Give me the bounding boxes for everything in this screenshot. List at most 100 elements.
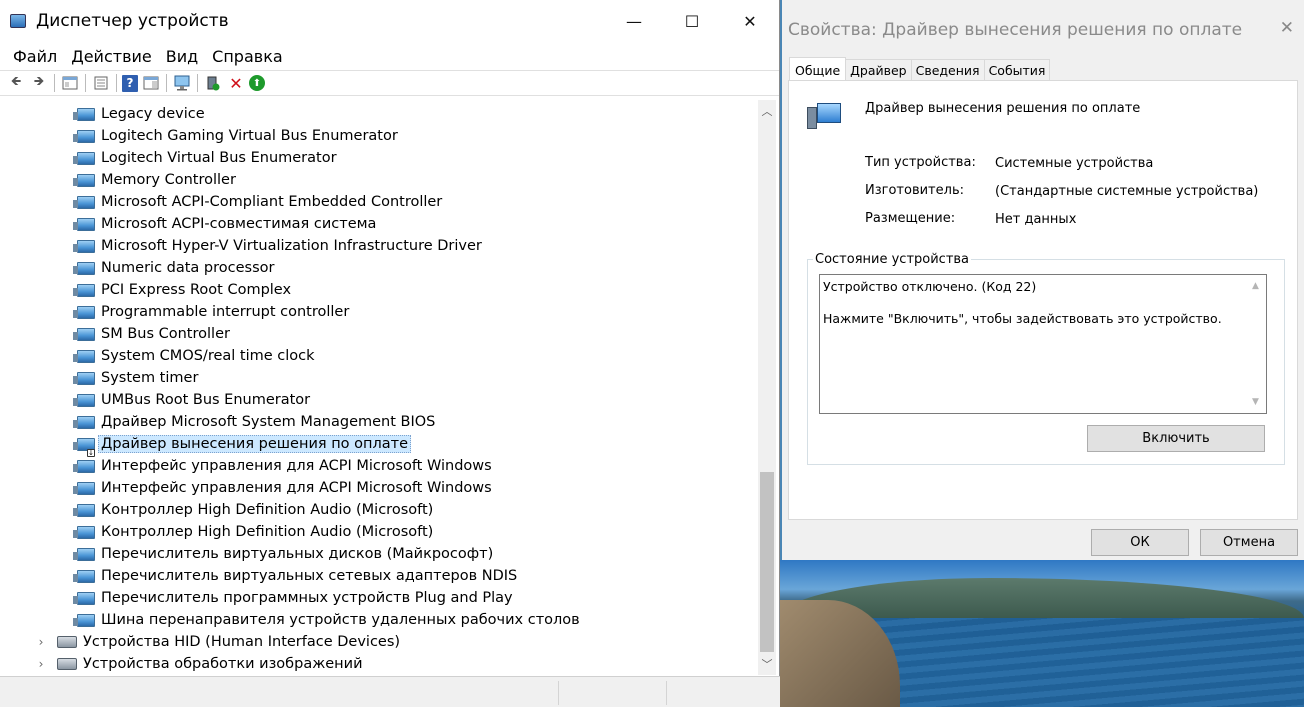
- tree-item-device[interactable]: Memory Controller: [73, 169, 236, 191]
- scrollbar-thumb[interactable]: [760, 472, 774, 652]
- tree-item-label: Интерфейс управления для ACPI Microsoft …: [101, 458, 492, 474]
- system-device-icon: [73, 305, 95, 319]
- close-button[interactable]: ✕: [721, 0, 779, 42]
- tree-item-device[interactable]: Контроллер High Definition Audio (Micros…: [73, 521, 433, 543]
- action-pane-icon[interactable]: [141, 73, 161, 93]
- enable-device-icon[interactable]: ⬆: [249, 75, 265, 91]
- tree-item-label: Контроллер High Definition Audio (Micros…: [101, 502, 434, 518]
- tree-category[interactable]: › Устройства HID (Human Interface Devices…: [35, 631, 400, 653]
- system-device-icon: [73, 283, 95, 297]
- dialog-close-icon[interactable]: ✕: [1280, 18, 1294, 38]
- tree-item-label: Драйвер Microsoft System Management BIOS: [101, 414, 436, 430]
- forward-arrow-icon[interactable]: 🡺: [29, 73, 49, 93]
- tree-item-device[interactable]: Интерфейс управления для ACPI Microsoft …: [73, 455, 492, 477]
- tree-item-device[interactable]: Microsoft ACPI-совместимая система: [73, 213, 377, 235]
- window-title: Диспетчер устройств: [36, 11, 229, 31]
- tree-item-device[interactable]: Перечислитель виртуальных сетевых адапте…: [73, 565, 517, 587]
- tree-item-label: Microsoft ACPI-Compliant Embedded Contro…: [101, 194, 443, 210]
- cancel-button[interactable]: Отмена: [1200, 529, 1298, 556]
- device-status-textbox[interactable]: Устройство отключено. (Код 22) Нажмите "…: [819, 274, 1267, 414]
- help-icon[interactable]: ?: [122, 74, 138, 92]
- tree-category-label: Устройства HID (Human Interface Devices): [83, 634, 401, 650]
- tree-item-label: Logitech Gaming Virtual Bus Enumerator: [101, 128, 398, 144]
- device-tree: Legacy device Logitech Gaming Virtual Bus…: [5, 100, 758, 675]
- tree-item-device[interactable]: Microsoft Hyper-V Virtualization Infrast…: [73, 235, 482, 257]
- hid-device-icon: [57, 636, 77, 648]
- menu-file[interactable]: Файл: [6, 47, 64, 66]
- system-device-icon: [73, 503, 95, 517]
- update-driver-icon[interactable]: [203, 73, 223, 93]
- tree-item-device[interactable]: Logitech Virtual Bus Enumerator: [73, 147, 337, 169]
- tree-item-device[interactable]: Logitech Gaming Virtual Bus Enumerator: [73, 125, 398, 147]
- tree-item-device[interactable]: SM Bus Controller: [73, 323, 230, 345]
- tree-item-label: UMBus Root Bus Enumerator: [101, 392, 311, 408]
- tree-item-label: System CMOS/real time clock: [101, 348, 315, 364]
- tree-item-device[interactable]: Шина перенаправителя устройств удаленных…: [73, 609, 580, 631]
- tree-item-device[interactable]: Драйвер Microsoft System Management BIOS: [73, 411, 436, 433]
- tree-item-device[interactable]: Перечислитель виртуальных дисков (Майкро…: [73, 543, 493, 565]
- status-bar: [0, 676, 780, 707]
- enable-device-button[interactable]: Включить: [1087, 425, 1265, 452]
- tree-item-label: Перечислитель программных устройств Plug…: [101, 590, 513, 606]
- tree-item-device[interactable]: UMBus Root Bus Enumerator: [73, 389, 311, 411]
- tree-category[interactable]: › Устройства обработки изображений: [35, 653, 363, 675]
- status-scroll-down-icon[interactable]: ▼: [1252, 397, 1259, 407]
- tree-item-device[interactable]: System timer: [73, 367, 198, 389]
- maximize-button[interactable]: ☐: [663, 0, 721, 42]
- tab-general[interactable]: Общие: [789, 57, 847, 82]
- tree-vertical-scrollbar[interactable]: ︿ ﹀: [758, 100, 776, 675]
- tab-driver[interactable]: Драйвер: [845, 59, 912, 81]
- tree-item-device[interactable]: Интерфейс управления для ACPI Microsoft …: [73, 477, 492, 499]
- tree-item-label: Драйвер вынесения решения по оплате: [98, 435, 412, 453]
- status-scroll-up-icon[interactable]: ▲: [1252, 281, 1259, 291]
- scroll-up-arrow-icon[interactable]: ︿: [758, 102, 776, 120]
- uninstall-device-icon[interactable]: ✕: [226, 73, 246, 93]
- tree-item-device[interactable]: Microsoft ACPI-Compliant Embedded Contro…: [73, 191, 443, 213]
- tree-item-label: Microsoft Hyper-V Virtualization Infrast…: [101, 238, 482, 254]
- tree-item-label: Microsoft ACPI-совместимая система: [101, 216, 377, 232]
- tree-item-device[interactable]: PCI Express Root Complex: [73, 279, 292, 301]
- manufacturer-label: Изготовитель:: [865, 183, 964, 198]
- system-device-icon: [73, 415, 95, 429]
- tree-item-device[interactable]: Перечислитель программных устройств Plug…: [73, 587, 513, 609]
- minimize-button[interactable]: —: [605, 0, 663, 42]
- toolbar-separator: [85, 74, 86, 92]
- properties-icon[interactable]: [91, 73, 111, 93]
- device-type-label: Тип устройства:: [865, 155, 976, 170]
- tree-item-device[interactable]: ↓ Драйвер вынесения решения по оплате: [73, 433, 412, 457]
- chevron-right-icon[interactable]: ›: [35, 635, 47, 649]
- manufacturer-value: (Стандартные системные устройства): [995, 184, 1259, 199]
- system-device-icon: [73, 107, 95, 121]
- chevron-right-icon[interactable]: ›: [35, 657, 47, 671]
- menu-action[interactable]: Действие: [64, 47, 159, 66]
- tree-item-label: SM Bus Controller: [101, 326, 230, 342]
- status-textbox-scrollbar[interactable]: ▲ ▼: [1249, 275, 1266, 413]
- scan-hardware-monitor-icon[interactable]: [172, 73, 192, 93]
- status-bar-divider: [558, 681, 559, 705]
- tree-item-label: Шина перенаправителя устройств удаленных…: [101, 612, 580, 628]
- tree-item-label: PCI Express Root Complex: [101, 282, 292, 298]
- system-device-icon: [73, 239, 95, 253]
- tree-item-device[interactable]: Numeric data processor: [73, 257, 274, 279]
- location-label: Размещение:: [865, 211, 956, 226]
- tree-item-device[interactable]: Контроллер High Definition Audio (Micros…: [73, 499, 434, 521]
- system-device-icon: [73, 481, 95, 495]
- menu-view[interactable]: Вид: [159, 47, 205, 66]
- back-arrow-icon[interactable]: 🡸: [6, 73, 26, 93]
- tree-item-device[interactable]: Programmable interrupt controller: [73, 301, 350, 323]
- title-bar[interactable]: Диспетчер устройств — ☐ ✕: [0, 0, 779, 42]
- tree-item-label: Интерфейс управления для ACPI Microsoft …: [101, 480, 492, 496]
- tree-item-device[interactable]: System CMOS/real time clock: [73, 345, 315, 367]
- tab-details[interactable]: Сведения: [910, 59, 985, 81]
- device-status-group-title: Состояние устройства: [813, 252, 972, 267]
- tree-item-device[interactable]: Legacy device: [73, 103, 205, 125]
- tree-item-label: Memory Controller: [101, 172, 236, 188]
- system-device-icon: [73, 327, 95, 341]
- menu-help[interactable]: Справка: [205, 47, 290, 66]
- show-hide-console-tree-icon[interactable]: [60, 73, 80, 93]
- tab-events[interactable]: События: [983, 59, 1051, 81]
- tree-item-label: Programmable interrupt controller: [101, 304, 350, 320]
- ok-button[interactable]: ОК: [1091, 529, 1189, 556]
- scroll-down-arrow-icon[interactable]: ﹀: [758, 655, 776, 673]
- toolbar-separator: [197, 74, 198, 92]
